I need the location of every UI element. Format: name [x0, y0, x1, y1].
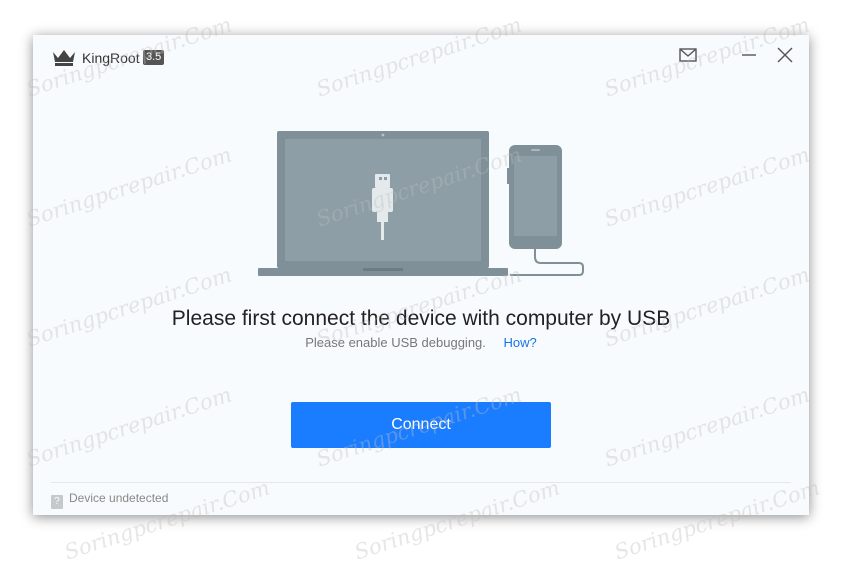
titlebar: KingRoot 3.5: [33, 35, 809, 79]
close-icon[interactable]: [774, 45, 796, 65]
device-status: ? Device undetected: [51, 491, 168, 509]
divider: [51, 482, 791, 483]
usb-debugging-hint: Please enable USB debugging.: [305, 335, 486, 350]
crown-logo-icon: [53, 50, 75, 66]
how-to-link[interactable]: How?: [504, 335, 537, 350]
app-name: KingRoot: [82, 50, 140, 66]
question-icon: ?: [51, 495, 63, 509]
mail-icon[interactable]: [677, 45, 699, 65]
phone-icon: [507, 145, 584, 276]
connect-button[interactable]: Connect: [291, 402, 551, 448]
status-text: Device undetected: [69, 491, 169, 505]
page-title: Please first connect the device with com…: [171, 307, 671, 330]
kingroot-window: KingRoot 3.5 Please first connect the de…: [33, 35, 809, 515]
usb-connection-illustration: [258, 131, 584, 276]
instruction-text: Please enable USB debugging. How?: [33, 335, 809, 350]
version-badge: 3.5: [143, 50, 165, 65]
minimize-icon[interactable]: [738, 45, 760, 65]
